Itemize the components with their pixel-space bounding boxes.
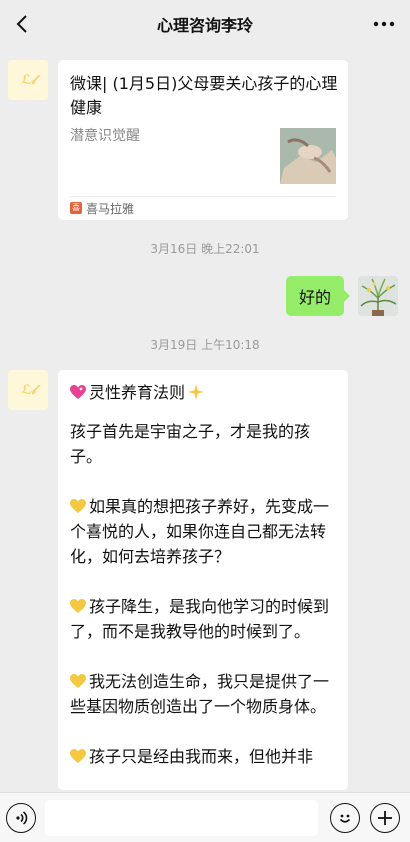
- avatar-logo: ℒ𝓁: [21, 72, 35, 88]
- message-heading-text: 灵性养育法则: [89, 383, 186, 402]
- input-toolbar: [0, 792, 410, 842]
- card-description: 潜意识觉醒: [70, 128, 140, 144]
- smiley-icon: [339, 814, 351, 823]
- shared-audio-card[interactable]: 微课| (1月5日)父母要关心孩子的心理健康 潜意识觉醒 喜 喜马拉雅: [58, 60, 348, 220]
- card-thumbnail: [280, 128, 336, 184]
- message-paragraph: 孩子降生，是我向他学习的时候到了，而不是我教导他的时候到了。: [70, 594, 336, 644]
- message-paragraph-text: 如果真的想把孩子养好，先变成一个喜悦的人，如果你连自己都无法转化，如何去培养孩子…: [70, 497, 330, 566]
- incoming-text-message[interactable]: 灵性养育法则 孩子首先是宇宙之子，才是我的孩子。 如果真的想把孩子养好，先变成一…: [58, 370, 348, 790]
- contact-avatar[interactable]: ℒ𝓁: [8, 60, 48, 100]
- emoji-button[interactable]: [330, 803, 360, 833]
- timestamp: 3月16日 晚上22:01: [150, 242, 260, 256]
- message-paragraph: 孩子只是经由我而来，但他并非: [70, 744, 336, 769]
- yellow-heart-icon: [70, 749, 86, 763]
- chat-title: 心理咨询李玲: [156, 16, 253, 35]
- more-dots-icon: [373, 21, 395, 27]
- message-paragraph-text: 我无法创造生命，我只是提供了一些基因物质创造出了一个物质身体。: [70, 672, 330, 716]
- voice-icon: [16, 811, 28, 825]
- yellow-heart-icon: [70, 674, 86, 688]
- ximalaya-icon: 喜: [70, 202, 82, 214]
- card-source: 喜 喜马拉雅: [70, 200, 134, 216]
- yellow-heart-icon: [70, 499, 86, 513]
- message-paragraph: 我无法创造生命，我只是提供了一些基因物质创造出了一个物质身体。: [70, 669, 336, 719]
- more-button[interactable]: [370, 10, 398, 38]
- sparkle-icon: [188, 384, 205, 400]
- outgoing-message-text: 好的: [298, 288, 331, 307]
- back-button[interactable]: [8, 10, 36, 38]
- card-source-name: 喜马拉雅: [86, 201, 135, 216]
- message-paragraph: 孩子首先是宇宙之子，才是我的孩子。: [70, 422, 311, 466]
- more-functions-button[interactable]: [370, 803, 400, 833]
- plant-avatar-image: [358, 276, 398, 316]
- message-input[interactable]: [45, 800, 318, 836]
- message-heading: 灵性养育法则: [70, 380, 336, 405]
- voice-button[interactable]: [6, 803, 36, 833]
- message-paragraph-text: 孩子只是经由我而来，但他并非: [89, 747, 314, 766]
- card-title: 微课| (1月5日)父母要关心孩子的心理健康: [70, 74, 338, 117]
- sparkling-heart-icon: [70, 385, 86, 399]
- card-divider: [70, 196, 336, 197]
- outgoing-message[interactable]: 好的: [286, 276, 350, 316]
- avatar-logo: ℒ𝓁: [21, 382, 35, 398]
- chat-header: 心理咨询李玲: [0, 0, 410, 48]
- message-paragraph: 如果真的想把孩子养好，先变成一个喜悦的人，如果你连自己都无法转化，如何去培养孩子…: [70, 494, 336, 569]
- yellow-heart-icon: [70, 599, 86, 613]
- chevron-left-icon: [16, 15, 27, 33]
- timestamp: 3月19日 上午10:18: [150, 338, 260, 352]
- contact-avatar[interactable]: ℒ𝓁: [8, 370, 48, 410]
- user-avatar[interactable]: [358, 276, 398, 316]
- message-paragraph-text: 孩子降生，是我向他学习的时候到了，而不是我教导他的时候到了。: [70, 597, 330, 641]
- plus-icon: [378, 811, 392, 825]
